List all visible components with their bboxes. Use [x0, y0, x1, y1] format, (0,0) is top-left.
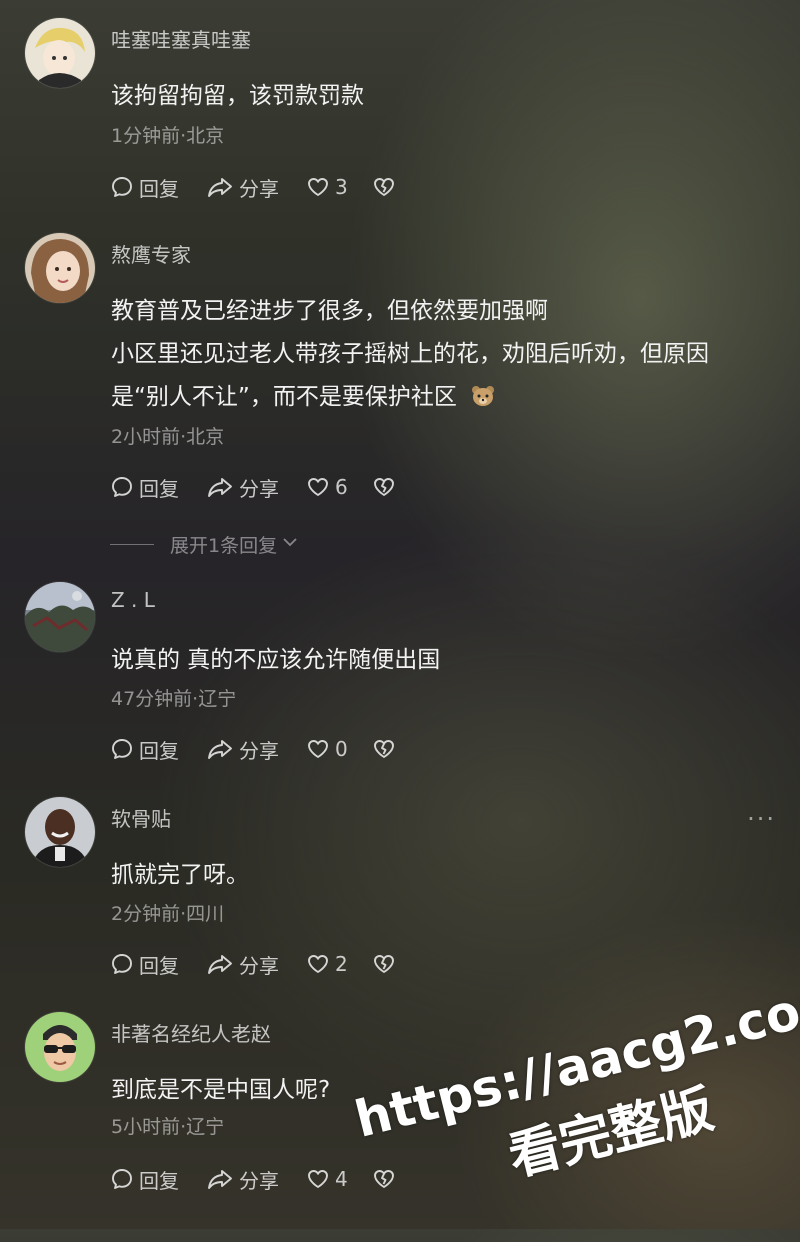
like-count: 3: [335, 175, 348, 199]
reply-label: 回复: [139, 476, 179, 501]
comment-actions: 回复 分享 4: [110, 1164, 410, 1194]
heart-icon: [308, 955, 328, 973]
share-arrow-icon: [208, 178, 232, 197]
like-count: 4: [335, 1167, 348, 1191]
like-count: 2: [335, 952, 348, 976]
reply-button[interactable]: 回复: [110, 172, 179, 202]
dislike-button[interactable]: [372, 172, 396, 202]
broken-heart-icon: [374, 1170, 394, 1188]
comment-actions: 回复 分享 6: [110, 472, 410, 502]
share-label: 分享: [239, 1168, 279, 1193]
comment-text: 抓就完了呀。: [111, 862, 249, 888]
avatar[interactable]: [25, 18, 95, 88]
comment-item: 哇塞哇塞真哇塞 该拘留拘留，该罚款罚款 1分钟前·北京 回复 分享 3: [0, 18, 800, 248]
reply-button[interactable]: 回复: [110, 949, 179, 979]
like-button[interactable]: 6: [306, 472, 348, 502]
share-button[interactable]: 分享: [206, 734, 279, 764]
like-count: 0: [335, 737, 348, 761]
avatar[interactable]: [25, 582, 95, 652]
dislike-button[interactable]: [372, 949, 396, 979]
heart-icon: [308, 740, 328, 758]
avatar[interactable]: [25, 797, 95, 867]
username[interactable]: 非著名经纪人老赵: [111, 1018, 271, 1047]
reply-bubble-icon: [112, 477, 132, 497]
share-label: 分享: [239, 176, 279, 201]
comment-text: 说真的 真的不应该允许随便出国: [111, 647, 441, 673]
more-options-button[interactable]: ···: [747, 805, 776, 833]
avatar[interactable]: [25, 233, 95, 303]
bear-face-emoji-icon: [470, 384, 496, 414]
comment-text-line: 是“别人不让”，而不是要保护社区: [111, 377, 496, 414]
comment-actions: 回复 分享 2: [110, 949, 410, 979]
share-button[interactable]: 分享: [206, 472, 279, 502]
reply-label: 回复: [139, 738, 179, 763]
comment-text: 小区里还见过老人带孩子摇树上的花，劝阻后听劝，但原因: [111, 341, 709, 367]
share-button[interactable]: 分享: [206, 1164, 279, 1194]
comment-text: 该拘留拘留，该罚款罚款: [111, 83, 364, 109]
reply-bubble-icon: [112, 739, 132, 759]
like-count: 6: [335, 475, 348, 499]
share-label: 分享: [239, 953, 279, 978]
comment-text: 教育普及已经进步了很多，但依然要加强啊: [111, 298, 548, 324]
comment-item: 软骨贴 ··· 抓就完了呀。 2分钟前·四川 回复 分享 2: [0, 797, 800, 1027]
broken-heart-icon: [374, 178, 394, 196]
reply-bubble-icon: [112, 954, 132, 974]
expand-replies-label: 展开1条回复: [170, 534, 278, 557]
username[interactable]: 熬鹰专家: [111, 239, 191, 268]
chevron-down-icon: [281, 533, 299, 556]
expand-replies-button[interactable]: 展开1条回复: [110, 530, 299, 558]
share-arrow-icon: [208, 478, 232, 497]
share-button[interactable]: 分享: [206, 172, 279, 202]
username[interactable]: 哇塞哇塞真哇塞: [111, 24, 251, 53]
like-button[interactable]: 2: [306, 949, 348, 979]
username[interactable]: Z . L: [111, 588, 155, 612]
reply-label: 回复: [139, 953, 179, 978]
broken-heart-icon: [374, 740, 394, 758]
broken-heart-icon: [374, 478, 394, 496]
share-button[interactable]: 分享: [206, 949, 279, 979]
username[interactable]: 软骨贴: [111, 803, 171, 832]
divider: [110, 543, 154, 545]
reply-label: 回复: [139, 1168, 179, 1193]
reply-button[interactable]: 回复: [110, 734, 179, 764]
reply-button[interactable]: 回复: [110, 472, 179, 502]
heart-icon: [308, 1170, 328, 1188]
heart-icon: [308, 478, 328, 496]
share-arrow-icon: [208, 1170, 232, 1189]
share-arrow-icon: [208, 740, 232, 759]
share-label: 分享: [239, 738, 279, 763]
reply-bubble-icon: [112, 1169, 132, 1189]
comment-item: 熬鹰专家 教育普及已经进步了很多，但依然要加强啊 小区里还见过老人带孩子摇树上的…: [0, 233, 800, 523]
comment-meta: 5小时前·辽宁: [111, 1116, 225, 1138]
heart-icon: [308, 178, 328, 196]
comment-item: 非著名经纪人老赵 到底是不是中国人呢? 5小时前·辽宁 回复 分享 4: [0, 1012, 800, 1242]
share-label: 分享: [239, 476, 279, 501]
like-button[interactable]: 3: [306, 172, 348, 202]
share-arrow-icon: [208, 955, 232, 974]
comment-meta: 1分钟前·北京: [111, 125, 225, 147]
dislike-button[interactable]: [372, 734, 396, 764]
comment-item: Z . L 说真的 真的不应该允许随便出国 47分钟前·辽宁 回复 分享 0: [0, 582, 800, 812]
comment-text: 是“别人不让”，而不是要保护社区: [111, 384, 457, 410]
like-button[interactable]: 0: [306, 734, 348, 764]
comment-text: 到底是不是中国人呢?: [111, 1077, 331, 1103]
comment-meta: 47分钟前·辽宁: [111, 688, 237, 710]
reply-button[interactable]: 回复: [110, 1164, 179, 1194]
reply-bubble-icon: [112, 177, 132, 197]
comment-meta: 2分钟前·四川: [111, 903, 225, 925]
like-button[interactable]: 4: [306, 1164, 348, 1194]
dislike-button[interactable]: [372, 1164, 396, 1194]
comment-actions: 回复 分享 0: [110, 734, 410, 764]
broken-heart-icon: [374, 955, 394, 973]
comment-actions: 回复 分享 3: [110, 172, 410, 202]
avatar[interactable]: [25, 1012, 95, 1082]
comment-meta: 2小时前·北京: [111, 426, 225, 448]
dislike-button[interactable]: [372, 472, 396, 502]
reply-label: 回复: [139, 176, 179, 201]
